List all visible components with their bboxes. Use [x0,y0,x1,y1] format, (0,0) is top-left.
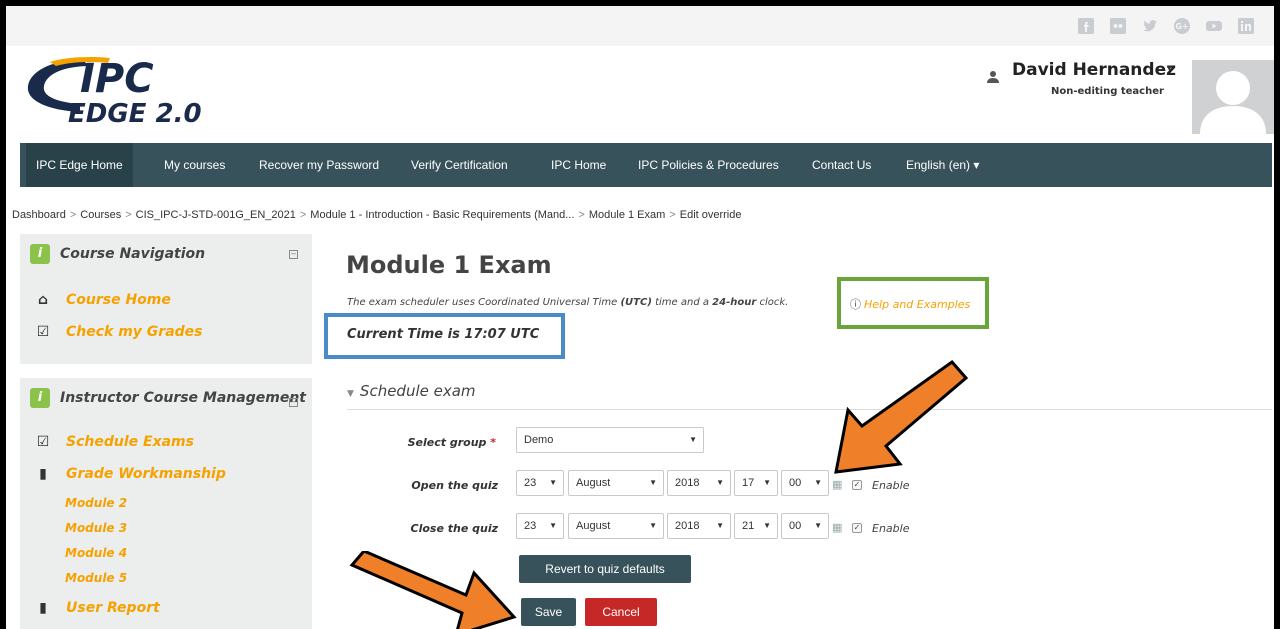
breadcrumb-exam[interactable]: Module 1 Exam [589,209,665,221]
google-plus-icon[interactable]: G+ [1174,18,1190,34]
cancel-button[interactable]: Cancel [585,598,657,626]
nav-ipc-home[interactable]: IPC Home [541,143,616,187]
sidebar-item-course-home[interactable]: ⌂ Course Home [34,292,171,308]
sidebar-item-user-report[interactable]: ▮ User Report [34,600,160,616]
sidebar-item-module-5[interactable]: Module 5 [65,571,127,585]
calendar-icon[interactable]: ▦ [832,521,844,534]
flickr-icon[interactable] [1110,18,1126,34]
close-enable-checkbox[interactable]: ✓ [852,523,862,533]
close-month-select[interactable]: August ▼ [568,513,664,539]
close-minute-select[interactable]: 00 ▼ [781,513,829,539]
select-group-label: Select group * [407,436,496,449]
section-divider [347,409,1272,410]
calendar-icon[interactable]: ▦ [832,478,844,491]
user-silhouette-icon [986,68,1000,83]
nav-language-menu[interactable]: English (en) ▾ [896,143,989,187]
open-day-select[interactable]: 23 ▼ [516,470,564,496]
social-bar: G+ [6,6,1274,46]
avatar[interactable] [1192,60,1274,134]
breadcrumb: Dashboard > Courses > CIS_IPC-J-STD-001G_EN_… [12,209,742,221]
nav-verify-certification[interactable]: Verify Certification [401,143,518,187]
open-hour-select[interactable]: 17 ▼ [734,470,778,496]
scheduler-intro: The exam scheduler uses Coordinated Univ… [347,297,789,308]
open-year-select[interactable]: 2018 ▼ [667,470,731,496]
ipc-edge-logo[interactable]: IPC EDGE 2.0 [20,52,250,132]
collapse-icon[interactable]: − [289,250,298,259]
nav-recover-password[interactable]: Recover my Password [249,143,389,187]
info-icon: i [30,388,50,408]
close-enable-label: Enable [872,522,910,535]
main-nav: IPC Edge Home My courses Recover my Pass… [20,143,1272,187]
nav-ipc-edge-home[interactable]: IPC Edge Home [26,143,133,187]
sidebar-item-check-grades[interactable]: ☑ Check my Grades [34,324,203,340]
group-select[interactable]: Demo ▼ [516,427,704,453]
info-icon: i [30,244,50,264]
user-name[interactable]: David Hernandez [1012,60,1176,80]
schedule-exam-section-toggle[interactable]: ▼ Schedule exam [347,382,476,400]
chip-icon: ▮ [39,466,47,482]
revert-defaults-button[interactable]: Revert to quiz defaults [519,555,691,583]
open-quiz-label: Open the quiz [411,479,498,492]
logo-line2: EDGE 2.0 [68,99,202,129]
sidebar-item-schedule-exams[interactable]: ☑ Schedule Exams [34,434,194,450]
open-minute-select[interactable]: 00 ▼ [781,470,829,496]
sidebar-item-module-3[interactable]: Module 3 [65,521,127,535]
document-icon: ▮ [39,600,47,616]
nav-my-courses[interactable]: My courses [154,143,235,187]
close-hour-select[interactable]: 21 ▼ [734,513,778,539]
close-year-select[interactable]: 2018 ▼ [667,513,731,539]
user-menu[interactable]: David Hernandez ▾ Non-editing teacher [974,46,1274,136]
logo-line1: IPC [80,56,154,102]
close-day-select[interactable]: 23 ▼ [516,513,564,539]
sidebar-item-module-2[interactable]: Module 2 [65,496,127,510]
caret-icon: ▼ [689,435,697,444]
course-navigation-title: i Course Navigation [30,244,205,264]
calendar-check-icon: ☑ [36,434,50,450]
annotation-arrow-top [834,359,969,474]
open-enable-checkbox[interactable]: ✓ [852,480,862,490]
collapse-icon[interactable]: − [289,398,298,407]
breadcrumb-current: Edit override [679,209,742,221]
home-icon: ⌂ [37,292,49,308]
svg-text:G+: G+ [1175,22,1188,31]
facebook-icon[interactable] [1078,18,1094,34]
course-navigation-block: i Course Navigation − ⌂ Course Home ☑ Check… [20,234,312,364]
page-title: Module 1 Exam [346,251,552,279]
sidebar-item-grade-workmanship[interactable]: ▮ Grade Workmanship [34,466,226,482]
breadcrumb-courses[interactable]: Courses [80,209,121,221]
youtube-icon[interactable] [1206,18,1222,34]
save-button[interactable]: Save [521,598,576,626]
close-quiz-label: Close the quiz [410,522,499,535]
highlight-box-blue [324,313,565,359]
linkedin-icon[interactable] [1238,18,1254,34]
twitter-icon[interactable] [1142,18,1158,34]
instructor-management-block: i Instructor Course Management − ☑ Schedul… [20,378,312,629]
breadcrumb-module[interactable]: Module 1 - Introduction - Basic Requirem… [310,209,574,221]
nav-ipc-policies[interactable]: IPC Policies & Procedures [628,143,789,187]
highlight-box-green [837,277,989,329]
checkbox-icon: ☑ [36,324,50,340]
breadcrumb-dashboard[interactable]: Dashboard [12,209,66,221]
breadcrumb-course[interactable]: CIS_IPC-J-STD-001G_EN_2021 [136,209,296,221]
collapse-triangle-icon: ▼ [347,389,354,399]
browser-frame: G+ IPC EDGE 2.0 David Hernandez ▾ Non-ed… [0,0,1280,629]
open-month-select[interactable]: August ▼ [568,470,664,496]
annotation-arrow-bottom [349,551,517,629]
open-enable-label: Enable [872,479,910,492]
user-role: Non-editing teacher [1051,86,1164,97]
chevron-down-icon[interactable]: ▾ [1167,64,1172,74]
sidebar-item-module-4[interactable]: Module 4 [65,546,127,560]
nav-contact-us[interactable]: Contact Us [802,143,881,187]
instructor-management-title: i Instructor Course Management [30,388,306,408]
